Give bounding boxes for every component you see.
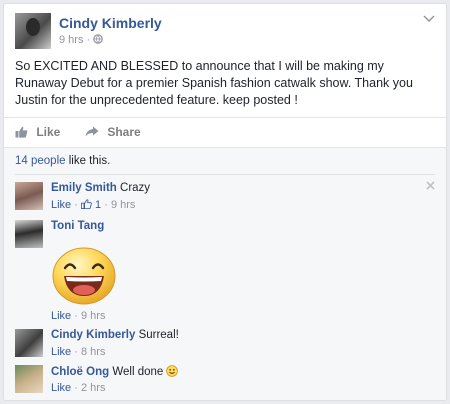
author-avatar[interactable] (15, 13, 51, 49)
comment-time[interactable]: 9 hrs (81, 310, 105, 322)
commenter-avatar[interactable] (15, 329, 43, 357)
post-time[interactable]: 9 hrs (59, 34, 83, 46)
comment-like-link[interactable]: Like (51, 199, 71, 211)
comment-like-link[interactable]: Like (51, 310, 71, 322)
comment-text: Well done (112, 366, 164, 378)
post-text: So EXCITED AND BLESSED to announce that … (15, 59, 413, 107)
comment-author[interactable]: Toni Tang (51, 220, 104, 232)
comment-author[interactable]: Cindy Kimberly (51, 329, 135, 341)
comment-item: Cindy Kimberly Surreal! Like · 8 hrs (15, 329, 435, 361)
comment-text: Surreal! (138, 329, 179, 341)
meta-separator: · (74, 310, 78, 322)
likes-count-link[interactable]: 14 people (15, 155, 66, 167)
big-smiley-icon (51, 246, 117, 306)
comment-body: Chloë Ong Well done (51, 365, 179, 380)
comment-item: Chloë Ong Well done Like · 2 hrs (15, 365, 435, 397)
share-button[interactable]: Share (85, 125, 141, 139)
likes-summary: 14 people like this. (15, 155, 110, 167)
like-button[interactable]: Like (15, 125, 60, 139)
close-icon[interactable] (426, 178, 435, 193)
smiley-icon (166, 365, 179, 380)
comment-time[interactable]: 8 hrs (81, 346, 105, 358)
comment-meta: Like · 9 hrs (51, 310, 105, 322)
post-card: Cindy Kimberly 9 hrs · So EXCITED AND BL… (3, 3, 447, 401)
comment-meta: Like · 1 · 9 hrs (51, 199, 135, 211)
like-label: Like (36, 125, 61, 139)
commenter-avatar[interactable] (15, 365, 43, 393)
meta-separator: · (104, 199, 108, 211)
likes-suffix: like this. (65, 155, 111, 167)
post-author[interactable]: Cindy Kimberly (59, 15, 162, 31)
like-thumb-icon (15, 125, 31, 139)
chevron-down-icon[interactable] (423, 15, 435, 26)
like-thumb-icon (81, 199, 92, 211)
meta-separator: · (74, 346, 78, 358)
comment-like-link[interactable]: Like (51, 346, 71, 358)
comment-text: Crazy (120, 182, 151, 194)
comment-time[interactable]: 2 hrs (81, 382, 105, 394)
post-meta: 9 hrs · (59, 34, 104, 46)
comment-item: Toni Tang Like · 9 hrs (15, 220, 435, 326)
globe-icon[interactable] (93, 34, 104, 46)
meta-separator: · (74, 199, 78, 211)
commenter-avatar[interactable] (15, 220, 43, 248)
divider (15, 174, 435, 175)
share-arrow-icon (85, 125, 102, 139)
comment-body: Emily Smith Crazy (51, 182, 150, 194)
comment-time[interactable]: 9 hrs (111, 199, 135, 211)
comment-author[interactable]: Chloë Ong (51, 366, 109, 378)
post-header: Cindy Kimberly 9 hrs · (15, 13, 435, 49)
reaction-count[interactable]: 1 (95, 199, 101, 211)
comment-author[interactable]: Emily Smith (51, 182, 117, 194)
comment-body: Cindy Kimberly Surreal! (51, 329, 179, 341)
meta-separator: · (74, 382, 78, 394)
comment-item: Emily Smith Crazy Like · 1 · 9 hrs (15, 182, 435, 214)
share-label: Share (107, 125, 141, 139)
comment-meta: Like · 8 hrs (51, 346, 105, 358)
comment-body: Toni Tang (51, 220, 104, 232)
post-actions: Like Share (4, 117, 446, 147)
meta-separator: · (86, 34, 91, 46)
commenter-avatar[interactable] (15, 182, 43, 210)
comment-meta: Like · 2 hrs (51, 382, 105, 394)
comments-section: 14 people like this. Emily Smith Crazy L… (4, 147, 446, 400)
comment-like-link[interactable]: Like (51, 382, 71, 394)
